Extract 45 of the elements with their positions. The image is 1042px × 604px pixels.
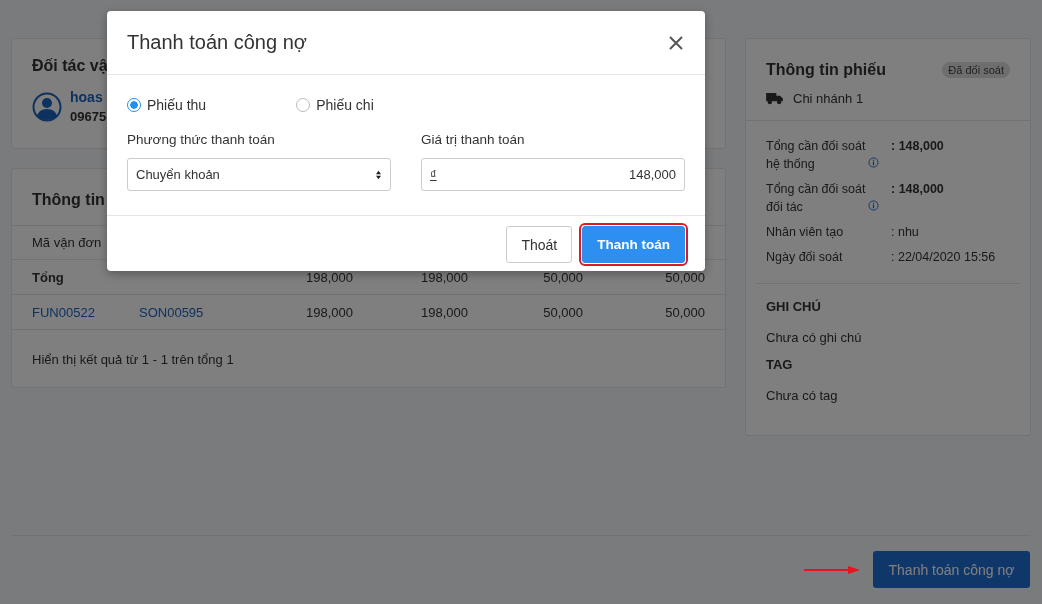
- user-avatar-icon: [32, 91, 62, 122]
- field-value: : 148,000: [891, 181, 945, 198]
- radio-button[interactable]: [296, 98, 311, 112]
- table-cell-text: 198,000: [305, 304, 353, 320]
- truck-icon: [766, 92, 783, 105]
- close-icon[interactable]: [669, 35, 683, 50]
- card-title: Thông tin: [32, 191, 105, 208]
- method-select[interactable]: Chuyển khoản: [127, 158, 391, 191]
- field-label: Tổng cần đối soát hệ thống: [766, 138, 866, 173]
- table-cell-text: 50,000: [664, 269, 705, 285]
- radio-label[interactable]: Phiếu chi: [316, 97, 374, 113]
- card-title: Đối tác vậ: [32, 57, 109, 75]
- column-header: Mã vận đơn: [32, 235, 103, 250]
- status-badge: Đã đối soát: [942, 62, 1010, 78]
- field-label: Ngày đối soát: [766, 249, 844, 266]
- table-cell-text: 50,000: [664, 304, 705, 320]
- cancel-button[interactable]: Thoát: [506, 226, 573, 263]
- field-label: Giá trị thanh toán: [421, 132, 526, 147]
- amount-field[interactable]: ₫ 148,000: [421, 158, 685, 191]
- field-label: Nhân viên tạo: [766, 224, 845, 241]
- table-cell-text: 50,000: [542, 304, 583, 320]
- radio-button[interactable]: [127, 98, 141, 112]
- card-title: Thông tin phiếu: [766, 61, 886, 79]
- section-heading: TAG: [766, 357, 794, 372]
- info-icon[interactable]: [868, 200, 879, 211]
- dialog-title: Thanh toán công nợ: [127, 31, 307, 54]
- field-value: : 148,000: [891, 138, 945, 155]
- info-icon[interactable]: [868, 157, 879, 168]
- total-label: Tổng: [32, 269, 65, 285]
- table-cell-text: 198,000: [305, 269, 353, 285]
- field-label: Phương thức thanh toán: [127, 132, 276, 147]
- branch-name: Chi nhánh 1: [793, 91, 864, 106]
- pagination-summary: Hiển thị kết quả từ 1 - 1 trên tổng 1: [12, 329, 725, 389]
- radio-label[interactable]: Phiếu thu: [147, 97, 207, 113]
- sort-caret-icon: [375, 169, 382, 180]
- field-value: : 22/04/2020 15:56: [891, 249, 997, 266]
- field-value: : nhu: [891, 224, 920, 241]
- partner-phone: 09675: [70, 109, 107, 124]
- section-heading: GHI CHÚ: [766, 299, 822, 314]
- field-label: Tổng cần đối soát đối tác: [766, 181, 866, 216]
- table-cell-text: 198,000: [420, 269, 468, 285]
- tag-text: Chưa có tag: [766, 388, 839, 403]
- table-cell-text: 50,000: [542, 269, 583, 285]
- table-cell-text: 198,000: [420, 304, 468, 320]
- note-text: Chưa có ghi chú: [766, 330, 863, 345]
